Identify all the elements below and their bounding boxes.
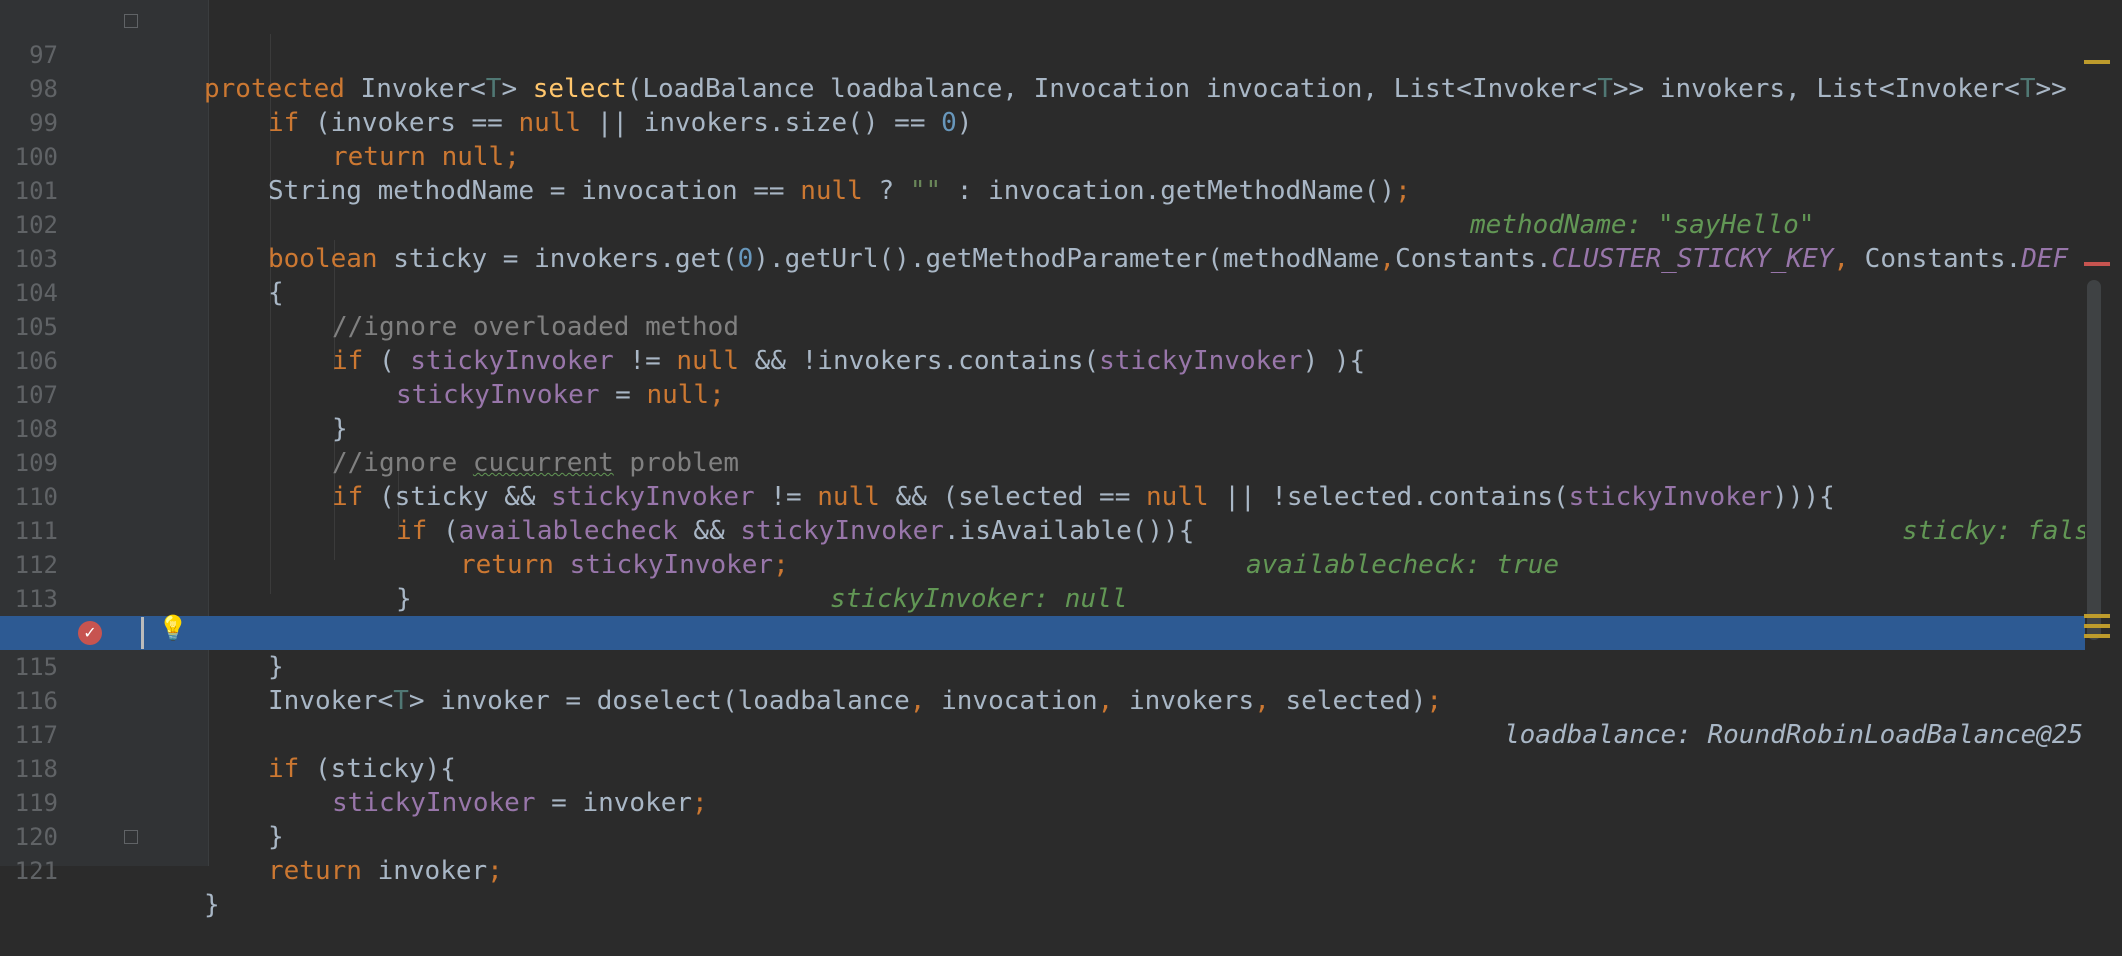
code-line-113[interactable]: 113 }: [0, 548, 2122, 648]
code-line-99[interactable]: 99 return null;: [0, 72, 2122, 172]
warning-marker[interactable]: [2084, 60, 2110, 64]
code-line-104[interactable]: 104 //ignore overloaded method: [0, 242, 2122, 342]
code-line-115-current[interactable]: 115 Invoker<T> invoker = doselect(loadba…: [0, 616, 2122, 750]
warning-marker[interactable]: [2084, 624, 2110, 628]
code-line-102[interactable]: 102 boolean sticky = invokers.get(0).get…: [0, 174, 2122, 274]
code-line-107[interactable]: 107 }: [0, 344, 2122, 444]
code-line-121[interactable]: 121 }: [0, 820, 2122, 920]
fold-marker-icon[interactable]: [124, 830, 138, 844]
line-number: 121: [14, 857, 58, 885]
code-line-108[interactable]: 108 //ignore cucurrent problem: [0, 378, 2122, 478]
warning-marker[interactable]: [2084, 614, 2110, 618]
breakpoint-icon[interactable]: ✓: [78, 621, 102, 645]
code-line-116[interactable]: 116: [0, 650, 2122, 715]
code-line-109[interactable]: 109 if (sticky && stickyInvoker != null …: [0, 412, 2122, 546]
error-marker[interactable]: [2084, 262, 2110, 266]
code-line-101[interactable]: 101: [0, 140, 2122, 205]
code-line-119[interactable]: 119 }: [0, 752, 2122, 852]
code-text: }: [204, 890, 220, 920]
code-editor[interactable]: 97 protected Invoker<T> select(LoadBalan…: [0, 0, 2122, 920]
code-line-100[interactable]: 100 String methodName = invocation == nu…: [0, 106, 2122, 240]
code-line-98[interactable]: 98 if (invokers == null || invokers.size…: [0, 38, 2122, 138]
code-line-97[interactable]: 97 protected Invoker<T> select(LoadBalan…: [0, 4, 2122, 104]
code-line-111[interactable]: 111 return stickyInvoker; stickyInvoker:…: [0, 480, 2122, 614]
vertical-scrollbar-thumb[interactable]: [2087, 280, 2101, 640]
code-line-106[interactable]: 106 stickyInvoker = null;: [0, 310, 2122, 410]
intention-bulb-icon[interactable]: 💡: [158, 614, 188, 642]
code-line-114[interactable]: 114 }: [0, 582, 2122, 682]
code-line-105[interactable]: 105 if ( stickyInvoker != null && !invok…: [0, 276, 2122, 376]
code-line-103[interactable]: 103 {: [0, 208, 2122, 308]
code-line-110[interactable]: 110 if (availablecheck && stickyInvoker.…: [0, 446, 2122, 580]
code-line-117[interactable]: 117 if (sticky){: [0, 684, 2122, 784]
code-line-112[interactable]: 112 }: [0, 514, 2122, 614]
code-text: return invoker;: [268, 856, 503, 886]
warning-marker[interactable]: [2084, 634, 2110, 638]
fold-marker-icon[interactable]: [124, 14, 138, 28]
execution-point-marker: [141, 617, 144, 649]
code-line-118[interactable]: 118 stickyInvoker = invoker;: [0, 718, 2122, 818]
code-line-120[interactable]: 120 return invoker;: [0, 786, 2122, 886]
